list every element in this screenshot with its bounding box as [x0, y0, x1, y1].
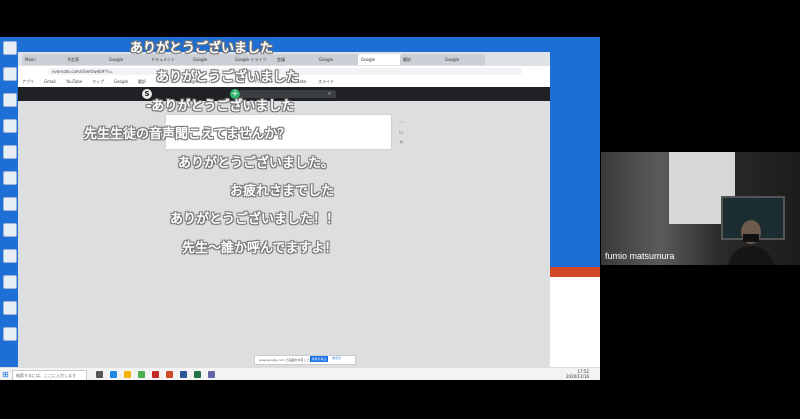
more-icon[interactable]: ⋯ [399, 119, 405, 126]
desktop-icon[interactable] [3, 119, 17, 133]
browser-tab[interactable]: Google [316, 54, 359, 65]
overlay-comment: 先生〜誰か呼んでますよ！ [182, 241, 338, 256]
browser-tab[interactable]: 会議 [274, 54, 317, 65]
bookmark-item[interactable]: マップ [92, 79, 104, 85]
desktop-icon[interactable] [3, 275, 17, 289]
edge-icon[interactable] [110, 371, 117, 378]
taskbar-clock[interactable]: 17:52 2020/11/16 [566, 369, 589, 379]
desktop-icon[interactable] [3, 93, 17, 107]
bookmark-item[interactable]: アプリ [22, 79, 34, 85]
browser-tab-active[interactable]: Google [358, 54, 401, 65]
close-icon[interactable]: ✕ [399, 139, 404, 146]
teams-icon[interactable] [208, 371, 215, 378]
overlay-comment: ありがとうございました！！ [170, 212, 340, 227]
excel-icon[interactable] [194, 371, 201, 378]
bookmark-item[interactable]: Gmail [44, 79, 56, 84]
trash-icon[interactable]: ▫ [399, 129, 403, 136]
overlay-comment: ありがとうございました [156, 70, 300, 85]
windows-start-icon[interactable]: ⊞ [2, 370, 11, 379]
bookmark-item[interactable]: YouTube [66, 79, 82, 84]
app-icon[interactable] [152, 371, 159, 378]
desktop-icon[interactable] [3, 145, 17, 159]
background-app-window[interactable] [545, 267, 600, 367]
overlay-comment: お疲れさまでした [230, 184, 335, 199]
desktop-icon[interactable] [3, 171, 17, 185]
browser-tab[interactable]: Google [442, 54, 485, 65]
overlay-comment: ありがとうございました [130, 41, 274, 56]
browser-tab[interactable]: Moon [22, 54, 65, 65]
browser-tab[interactable]: 予定表 [64, 54, 107, 65]
app-title-bar [546, 267, 600, 277]
desktop-icon[interactable] [3, 67, 17, 81]
tab-bar: Moon 予定表 Google ドキュメント Google Google ドライ… [18, 52, 550, 66]
clock-date: 2020/11/16 [566, 374, 590, 379]
overlay-comment: 先生生徒の音声聞こえてませんか？ [84, 127, 291, 142]
powerpoint-icon[interactable] [166, 371, 173, 378]
participant-name: fumio matsumura [605, 251, 675, 261]
hide-button[interactable]: 非表示 [332, 356, 341, 360]
desktop-icon[interactable] [3, 41, 17, 55]
explorer-icon[interactable] [124, 371, 131, 378]
word-icon[interactable] [180, 371, 187, 378]
browser-tab[interactable]: 翻訳 [400, 54, 443, 65]
bookmark-item[interactable]: Google [114, 79, 128, 84]
chrome-icon[interactable] [138, 371, 145, 378]
overlay-comment: -ありがとうございました [146, 99, 295, 114]
desktop-icon[interactable] [3, 301, 17, 315]
task-view-icon[interactable] [96, 371, 103, 378]
bookmark-item[interactable]: 翻訳 [138, 79, 146, 85]
bookmark-item[interactable]: スライド [318, 79, 334, 85]
desktop-icon[interactable] [3, 327, 17, 341]
participant-video[interactable]: fumio matsumura [601, 152, 800, 265]
desktop-icon[interactable] [3, 249, 17, 263]
overlay-comment: ありがとうございました。 [178, 156, 335, 171]
stop-sharing-button[interactable]: 共有を停止 [310, 356, 328, 362]
participant-figure [728, 220, 774, 265]
desktop-icon[interactable] [3, 197, 17, 211]
taskbar: ⊞ 検索するには、ここに入力します 17:52 2020/11/16 [0, 367, 600, 380]
screen-share-actions: 共有を停止 非表示 [254, 355, 354, 363]
taskbar-search[interactable]: 検索するには、ここに入力します [12, 370, 87, 380]
desktop-icon[interactable] [3, 223, 17, 237]
search-icon[interactable]: ⌕ [328, 90, 331, 98]
